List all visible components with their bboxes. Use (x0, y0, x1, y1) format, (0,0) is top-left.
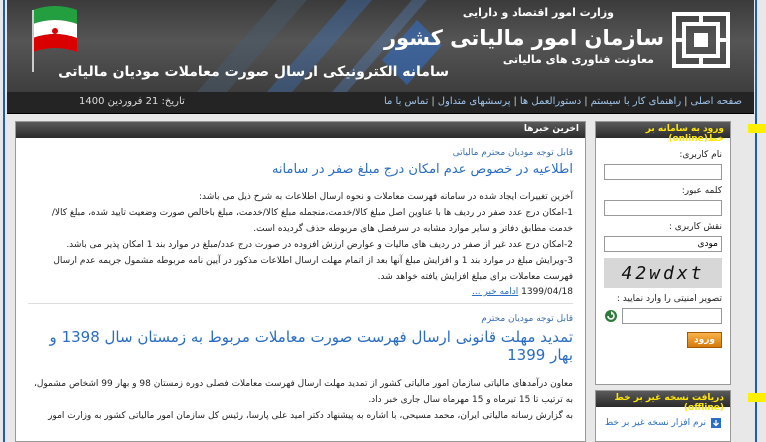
news-kicker: قابل توجه مودیان محترم (481, 314, 573, 324)
current-date: تاریخ: 21 فروردین 1400 (79, 96, 185, 107)
news-panel: اخرین خبرها قابل توجه مودیان محترم مالیا… (15, 121, 586, 442)
role-input[interactable] (604, 236, 722, 252)
read-more-link[interactable]: ادامه خبر ... (472, 287, 518, 297)
news-body: معاون درآمدهای مالیاتی سازمان امور مالیا… (28, 376, 573, 424)
news-body: آخرین تغییرات ایجاد شده در سامانه فهرست … (28, 189, 573, 285)
highlight-marker (748, 393, 766, 402)
nav-guide-link[interactable]: راهنمای کار با سیستم (591, 96, 682, 107)
news-kicker: قابل توجه مودیان محترم مالیاتی (452, 148, 573, 158)
tax-organization-logo-icon (672, 12, 730, 68)
date-label: تاریخ: (161, 96, 185, 107)
news-date: 1399/04/18 (521, 287, 573, 297)
news-divider (28, 303, 573, 304)
captcha-row (604, 308, 722, 324)
deputy-name: معاونت فناوری های مالیاتی (502, 53, 654, 66)
news-panel-title: اخرین خبرها (16, 122, 585, 138)
nav-instructions-link[interactable]: دستورالعمل ها (520, 96, 581, 107)
login-form: نام کاربری: کلمه عبور: نقش کاربری : 42wd… (596, 138, 730, 348)
password-input[interactable] (604, 200, 722, 216)
offline-download-label: نرم افزار نسخه غیر بر خط (604, 418, 706, 428)
nav-faq-link[interactable]: پرسشهای متداول (438, 96, 511, 107)
news-paragraph: آخرین تغییرات ایجاد شده در سامانه فهرست … (199, 192, 573, 202)
news-headline-link[interactable]: اطلاعیه در خصوص عدم امکان درج مبلغ صفر د… (28, 162, 573, 177)
nav-home-link[interactable]: صفحه اصلی (691, 96, 742, 107)
news-meta: 1399/04/18 ادامه خبر ... (28, 287, 573, 297)
password-label: کلمه عبور: (681, 186, 722, 196)
news-paragraph: معاون درآمدهای مالیاتی سازمان امور مالیا… (33, 379, 573, 405)
news-paragraph: 1-امکان درج عدد صفر در ردیف ها با عناوین… (51, 208, 573, 234)
highlight-marker (748, 124, 766, 133)
site-header: وزارت امور اقتصاد و دارایی سازمان امور م… (7, 0, 754, 92)
captcha-input[interactable] (622, 308, 722, 324)
news-headline-link[interactable]: تمدید مهلت قانونی ارسال فهرست صورت معامل… (28, 328, 573, 364)
offline-panel: دریافت نسخه غیر بر خط (offline) نرم افزا… (595, 390, 731, 442)
news-paragraph: 2-امکان درج عدد غیر از صفر در ردیف های م… (66, 240, 573, 250)
captcha-image: 42wdxt (604, 258, 722, 288)
frame-border-left (3, 0, 5, 442)
iran-flag-icon (32, 6, 77, 72)
ministry-name: وزارت امور اقتصاد و دارایی (462, 6, 614, 19)
captcha-label: تصویر امنیتی را وارد نمایید : (616, 294, 722, 304)
frame-border-right (755, 0, 757, 442)
login-panel: ورود به سامانه بر خط(online) نام کاربری:… (595, 121, 731, 385)
role-label: نقش کاربری : (668, 222, 722, 232)
nav-contact-link[interactable]: تماس با ما (384, 96, 428, 107)
refresh-captcha-icon[interactable] (604, 309, 618, 323)
offline-panel-title: دریافت نسخه غیر بر خط (offline) (596, 391, 730, 413)
news-list: قابل توجه مودیان محترم مالیاتی اطلاعیه د… (16, 148, 585, 424)
system-title: سامانه الکترونیکی ارسال صورت معاملات مود… (58, 64, 449, 80)
username-input[interactable] (604, 164, 722, 180)
news-paragraph: به گزارش رسانه مالیاتی ایران، محمد مسیحی… (48, 411, 573, 421)
login-panel-title: ورود به سامانه بر خط(online) (596, 122, 730, 144)
login-button[interactable]: ورود (687, 332, 722, 348)
username-label: نام کاربری: (679, 150, 722, 160)
nav-links: صفحه اصلی|راهنمای کار با سیستم|دستورالعم… (383, 96, 742, 107)
news-paragraph: 3-ویرایش مبلغ در موارد بند 1 و افزایش مب… (53, 256, 573, 282)
top-navigation: صفحه اصلی|راهنمای کار با سیستم|دستورالعم… (7, 92, 754, 114)
date-value: 21 فروردین 1400 (79, 96, 159, 107)
download-icon (711, 418, 721, 428)
organization-name: سازمان امور مالیاتی کشور (383, 26, 664, 50)
